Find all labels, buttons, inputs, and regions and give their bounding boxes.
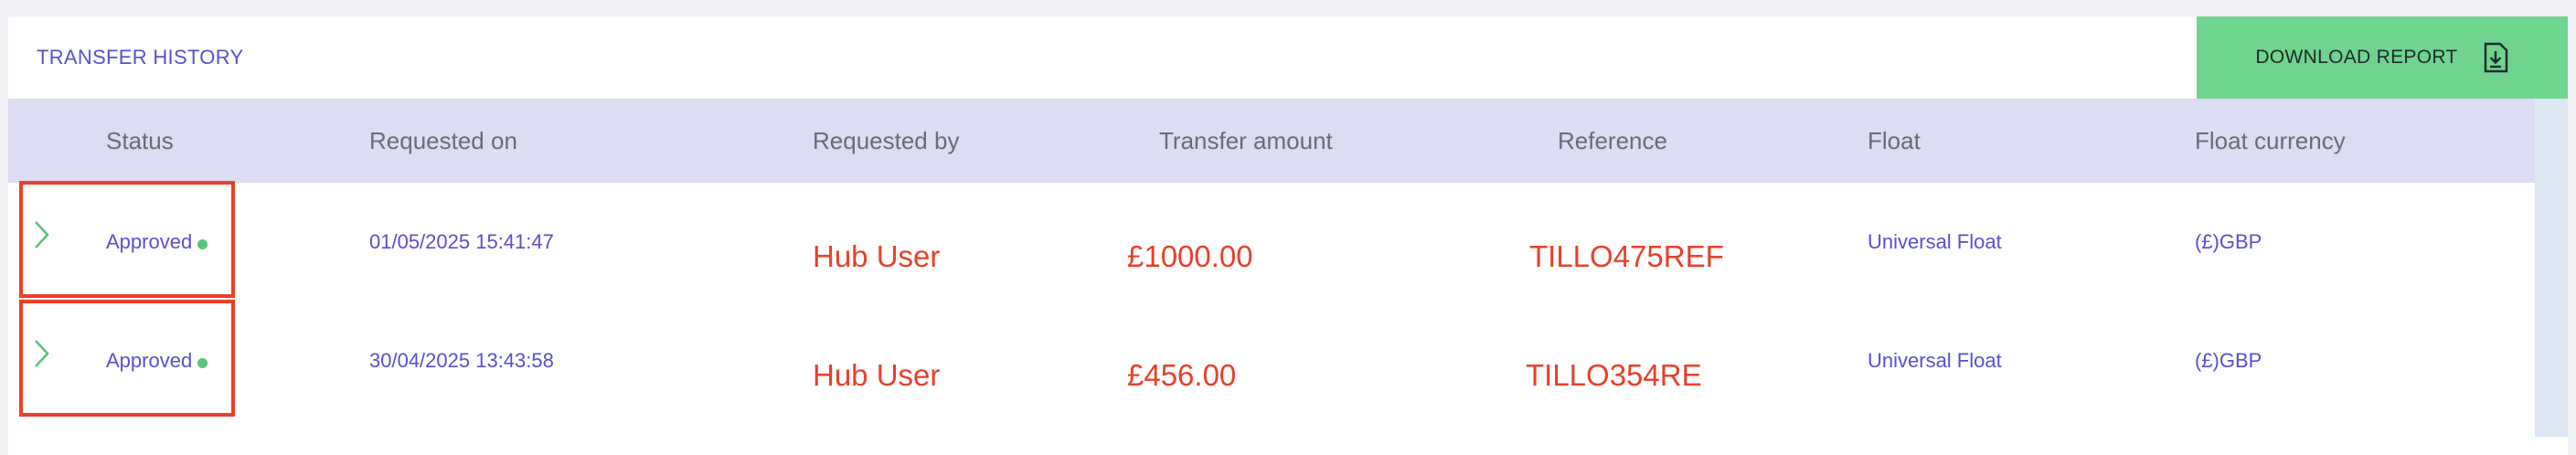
requested-on-cell: 01/05/2025 15:41:47 <box>369 230 554 253</box>
reference-cell: TILLO354RE <box>1526 358 1702 392</box>
table-row[interactable]: Approved 30/04/2025 13:43:58 Hub User £4… <box>8 300 2535 420</box>
float-cell: Universal Float <box>1868 230 2002 253</box>
status-text: Approved <box>106 230 193 253</box>
requested-by-cell: Hub User <box>813 358 941 392</box>
transfer-amount-cell: £456.00 <box>1127 358 1237 392</box>
float-currency-cell: (£)GBP <box>2195 349 2262 372</box>
table-row[interactable]: Approved 01/05/2025 15:41:47 Hub User £1… <box>8 181 2535 302</box>
column-header-requested-on[interactable]: Requested on <box>369 99 517 183</box>
float-cell: Universal Float <box>1868 349 2002 372</box>
status-text: Approved <box>106 349 193 372</box>
column-header-requested-by[interactable]: Requested by <box>813 99 959 183</box>
chevron-right-icon[interactable] <box>32 294 52 413</box>
float-currency-cell: (£)GBP <box>2195 230 2262 253</box>
transfer-history-panel: TRANSFER HISTORY DOWNLOAD REPORT Status … <box>8 16 2568 455</box>
column-header-float[interactable]: Float <box>1868 99 1921 183</box>
status-dot <box>197 238 208 249</box>
scrollbar[interactable] <box>2535 99 2568 437</box>
status-dot <box>197 357 208 368</box>
column-header-transfer-amount[interactable]: Transfer amount <box>1159 99 1333 183</box>
download-report-button[interactable]: DOWNLOAD REPORT <box>2197 16 2568 99</box>
requested-on-cell: 30/04/2025 13:43:58 <box>369 349 554 372</box>
download-report-label: DOWNLOAD REPORT <box>2255 47 2458 68</box>
requested-by-cell: Hub User <box>813 239 941 273</box>
status-badge: Approved <box>106 183 208 302</box>
column-header-float-currency[interactable]: Float currency <box>2195 99 2346 183</box>
column-header-status[interactable]: Status <box>106 99 174 183</box>
table-header-row: Status Requested on Requested by Transfe… <box>8 99 2535 183</box>
column-header-reference[interactable]: Reference <box>1558 99 1667 183</box>
chevron-right-icon[interactable] <box>32 175 52 294</box>
panel-title: TRANSFER HISTORY <box>37 46 244 69</box>
reference-cell: TILLO475REF <box>1529 239 1724 273</box>
transfer-amount-cell: £1000.00 <box>1127 239 1253 273</box>
download-icon <box>2482 42 2509 73</box>
status-badge: Approved <box>106 302 208 420</box>
